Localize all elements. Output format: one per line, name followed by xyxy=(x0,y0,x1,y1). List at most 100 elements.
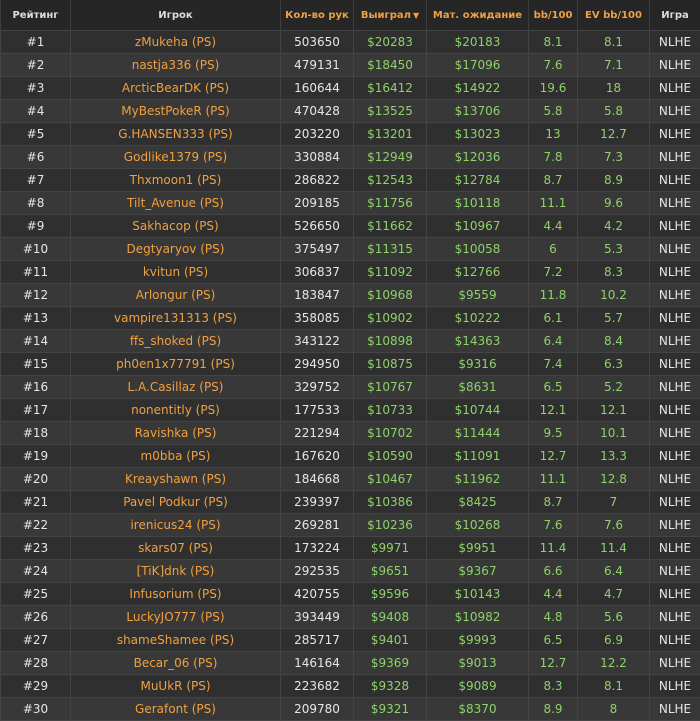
rank-cell-value: #21 xyxy=(23,495,48,509)
won-cell-value: $10590 xyxy=(367,449,413,463)
column-header-rank-label: Рейтинг xyxy=(12,10,58,21)
table-row: #23skars07 (PS)173224$9971$995111.411.4N… xyxy=(1,537,700,560)
ev-bb100-cell-value: 5.2 xyxy=(604,380,623,394)
hands-cell-value: 470428 xyxy=(294,104,340,118)
column-header-player[interactable]: Игрок xyxy=(71,0,281,31)
ev-bb100-cell: 9.6 xyxy=(578,192,650,215)
rank-cell-value: #4 xyxy=(27,104,45,118)
expected-cell: $14922 xyxy=(427,77,529,100)
expected-cell: $11091 xyxy=(427,445,529,468)
player-link[interactable]: nastja336 (PS) xyxy=(132,58,220,72)
column-header-rank[interactable]: Рейтинг xyxy=(1,0,71,31)
player-link[interactable]: G.HANSEN333 (PS) xyxy=(118,127,232,141)
column-header-hands[interactable]: Кол-во рук xyxy=(281,0,354,31)
player-link[interactable]: MyBestPokeR (PS) xyxy=(121,104,229,118)
hands-cell-value: 292535 xyxy=(294,564,340,578)
hands-cell: 292535 xyxy=(281,560,354,583)
bb100-cell-value: 6.1 xyxy=(543,311,562,325)
bb100-cell-value: 7.6 xyxy=(543,58,562,72)
player-link[interactable]: Becar_06 (PS) xyxy=(134,656,218,670)
player-link[interactable]: Tilt_Avenue (PS) xyxy=(127,196,224,210)
game-cell: NLHE xyxy=(650,698,700,721)
rank-cell-value: #6 xyxy=(27,150,45,164)
player-link[interactable]: ffs_shoked (PS) xyxy=(130,334,221,348)
player-link[interactable]: shameShamee (PS) xyxy=(117,633,234,647)
player-link[interactable]: m0bba (PS) xyxy=(141,449,211,463)
column-header-game[interactable]: Игра xyxy=(650,0,700,31)
player-link[interactable]: L.A.Casillaz (PS) xyxy=(128,380,224,394)
player-link[interactable]: Godlike1379 (PS) xyxy=(124,150,227,164)
player-link[interactable]: MuUkR (PS) xyxy=(140,679,210,693)
expected-cell: $17096 xyxy=(427,54,529,77)
bb100-cell-value: 8.7 xyxy=(543,173,562,187)
rank-cell-value: #29 xyxy=(23,679,48,693)
won-cell: $9651 xyxy=(354,560,427,583)
column-header-bb100[interactable]: bb/100 xyxy=(529,0,578,31)
player-link[interactable]: Ravishka (PS) xyxy=(135,426,217,440)
player-link[interactable]: Arlongur (PS) xyxy=(136,288,216,302)
expected-cell: $20183 xyxy=(427,31,529,54)
game-cell: NLHE xyxy=(650,54,700,77)
player-link[interactable]: LuckyJO777 (PS) xyxy=(126,610,224,624)
expected-cell-value: $10967 xyxy=(455,219,501,233)
game-cell-value: NLHE xyxy=(659,564,691,578)
player-cell: irenicus24 (PS) xyxy=(71,514,281,537)
won-cell-value: $10702 xyxy=(367,426,413,440)
hands-cell: 209185 xyxy=(281,192,354,215)
ev-bb100-cell-value: 12.8 xyxy=(600,472,627,486)
hands-cell: 223682 xyxy=(281,675,354,698)
player-link[interactable]: [TiK]dnk (PS) xyxy=(137,564,215,578)
ev-bb100-cell: 6.3 xyxy=(578,353,650,376)
bb100-cell-value: 13 xyxy=(545,127,560,141)
column-header-won[interactable]: Выиграл▼ xyxy=(354,0,427,31)
expected-cell-value: $8370 xyxy=(458,702,496,716)
hands-cell: 146164 xyxy=(281,652,354,675)
won-cell-value: $9596 xyxy=(371,587,409,601)
player-cell: kvitun (PS) xyxy=(71,261,281,284)
table-row: #6Godlike1379 (PS)330884$12949$120367.87… xyxy=(1,146,700,169)
player-link[interactable]: Pavel Podkur (PS) xyxy=(123,495,228,509)
player-link[interactable]: nonentitly (PS) xyxy=(131,403,220,417)
player-link[interactable]: kvitun (PS) xyxy=(143,265,208,279)
expected-cell-value: $9993 xyxy=(458,633,496,647)
game-cell: NLHE xyxy=(650,307,700,330)
player-link[interactable]: skars07 (PS) xyxy=(138,541,213,555)
expected-cell-value: $10268 xyxy=(455,518,501,532)
player-link[interactable]: vampire131313 (PS) xyxy=(114,311,237,325)
ev-bb100-cell: 8 xyxy=(578,698,650,721)
game-cell-value: NLHE xyxy=(659,633,691,647)
bb100-cell-value: 7.4 xyxy=(543,357,562,371)
game-cell: NLHE xyxy=(650,652,700,675)
player-cell: Arlongur (PS) xyxy=(71,284,281,307)
player-link[interactable]: Kreayshawn (PS) xyxy=(125,472,226,486)
ev-bb100-cell-value: 7.1 xyxy=(604,58,623,72)
player-link[interactable]: ArcticBearDK (PS) xyxy=(122,81,229,95)
expected-cell: $14363 xyxy=(427,330,529,353)
bb100-cell: 7.6 xyxy=(529,514,578,537)
ev-bb100-cell: 5.7 xyxy=(578,307,650,330)
rank-cell-value: #22 xyxy=(23,518,48,532)
game-cell: NLHE xyxy=(650,146,700,169)
expected-cell: $9316 xyxy=(427,353,529,376)
hands-cell-value: 526650 xyxy=(294,219,340,233)
hands-cell: 375497 xyxy=(281,238,354,261)
player-link[interactable]: Degtyaryov (PS) xyxy=(127,242,225,256)
ev-bb100-cell: 7 xyxy=(578,491,650,514)
player-link[interactable]: Infusorium (PS) xyxy=(129,587,221,601)
rank-cell-value: #11 xyxy=(23,265,48,279)
bb100-cell: 6 xyxy=(529,238,578,261)
hands-cell: 286822 xyxy=(281,169,354,192)
player-link[interactable]: irenicus24 (PS) xyxy=(130,518,220,532)
hands-cell: 470428 xyxy=(281,100,354,123)
game-cell-value: NLHE xyxy=(659,58,691,72)
player-link[interactable]: Sakhacop (PS) xyxy=(132,219,218,233)
ev-bb100-cell-value: 8 xyxy=(610,702,618,716)
column-header-ev-bb100[interactable]: EV bb/100 xyxy=(578,0,650,31)
expected-cell-value: $10744 xyxy=(455,403,501,417)
player-link[interactable]: Thxmoon1 (PS) xyxy=(130,173,222,187)
column-header-expected[interactable]: Мат. ожидание xyxy=(427,0,529,31)
player-link[interactable]: zMukeha (PS) xyxy=(135,35,216,49)
player-link[interactable]: Gerafont (PS) xyxy=(135,702,216,716)
player-link[interactable]: ph0en1x77791 (PS) xyxy=(116,357,235,371)
bb100-cell-value: 4.8 xyxy=(543,610,562,624)
